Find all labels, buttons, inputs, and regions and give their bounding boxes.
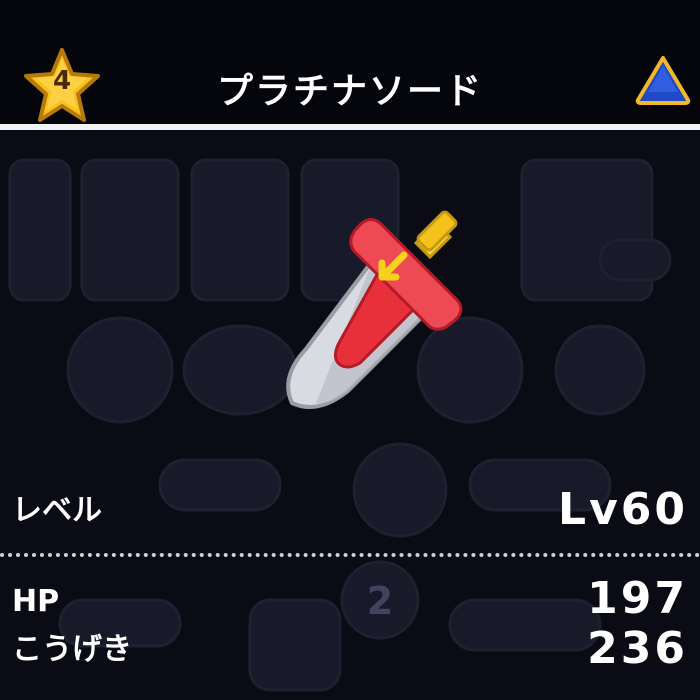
item-title: プラチナソード xyxy=(216,71,483,112)
level-label: レベル xyxy=(12,493,102,528)
background-medal-number: 2 xyxy=(367,579,393,623)
rarity-level: 4 xyxy=(52,66,72,96)
bg-character xyxy=(66,316,174,424)
attack-value: 236 xyxy=(587,623,688,674)
element-triangle-icon xyxy=(635,56,691,105)
item-detail-screen: 2 4 プラチナソード レベル Lv60 HP 197 こうげき 236 xyxy=(0,0,700,700)
level-value: Lv60 xyxy=(558,484,688,535)
bg-card xyxy=(80,158,180,302)
bg-card xyxy=(8,158,72,302)
bg-item xyxy=(158,458,282,512)
stats-divider xyxy=(0,553,700,557)
hp-label: HP xyxy=(12,584,60,619)
bg-character xyxy=(554,324,646,416)
platinum-sword-icon xyxy=(286,210,463,409)
bg-character xyxy=(352,442,448,538)
bg-card xyxy=(248,598,342,692)
bg-item xyxy=(598,238,672,282)
hp-value: 197 xyxy=(587,573,688,624)
bg-card xyxy=(190,158,290,302)
header-divider xyxy=(0,124,700,130)
attack-label: こうげき xyxy=(12,632,132,667)
bg-item xyxy=(448,598,602,652)
